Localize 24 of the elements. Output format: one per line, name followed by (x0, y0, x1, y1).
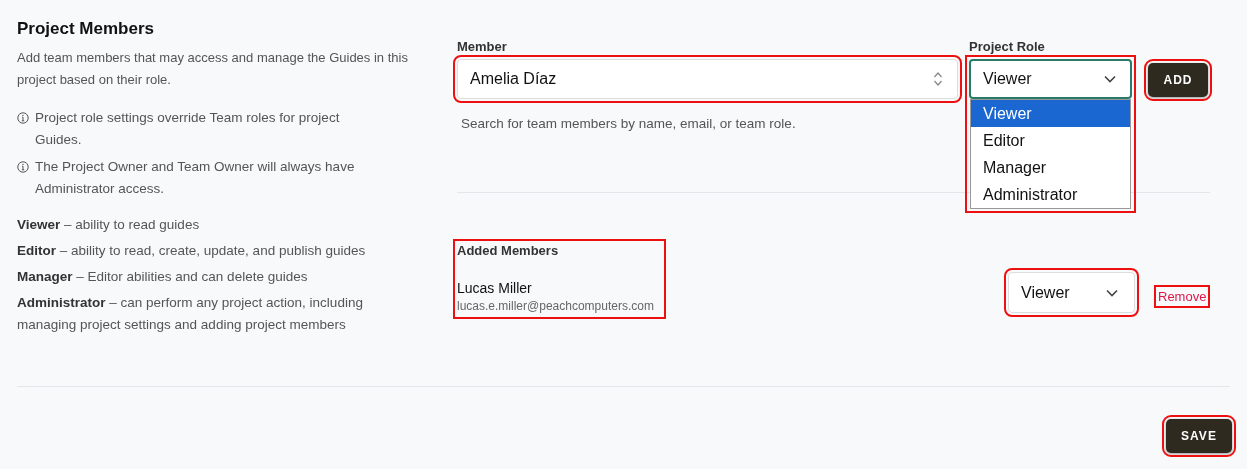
info-icon (17, 161, 29, 173)
member-email: lucas.e.miller@peachcomputers.com (457, 299, 655, 313)
role-description: Editor – ability to read, create, update, and publish guides (17, 242, 367, 260)
section-title: Project Members (17, 18, 155, 40)
up-down-chevron-icon (933, 71, 943, 87)
chevron-down-icon (1104, 75, 1116, 83)
dropdown-option[interactable]: Manager (971, 154, 1130, 181)
role-description: Administrator – can perform any project action, including managing project settings and adding project members (17, 294, 364, 334)
field-label: Project Role (969, 39, 1046, 56)
field-label: Member (457, 39, 508, 56)
dropdown-option[interactable]: Viewer (971, 100, 1130, 127)
dropdown-option[interactable]: Editor (971, 127, 1130, 154)
dropdown-option[interactable]: Administrator (971, 181, 1130, 208)
note-text: The Project Owner and Team Owner will always have Administrator access. (35, 158, 356, 198)
role-description: Viewer – ability to read guides (17, 216, 201, 234)
member-name: Lucas Miller (457, 280, 533, 296)
section-heading: Added Members (457, 243, 560, 258)
note-text: Project role settings override Team roles for project Guides. (35, 109, 341, 149)
role-select[interactable]: Viewer (969, 59, 1132, 99)
role-description: Manager – Editor abilities and can delete guides (17, 268, 309, 286)
help-text: Search for team members by name, email, or team role. (461, 116, 797, 131)
section-description: Add team members that may access and manage the Guides in this project based on their role. (17, 49, 409, 89)
chevron-down-icon (1106, 288, 1118, 297)
info-icon (17, 112, 29, 124)
